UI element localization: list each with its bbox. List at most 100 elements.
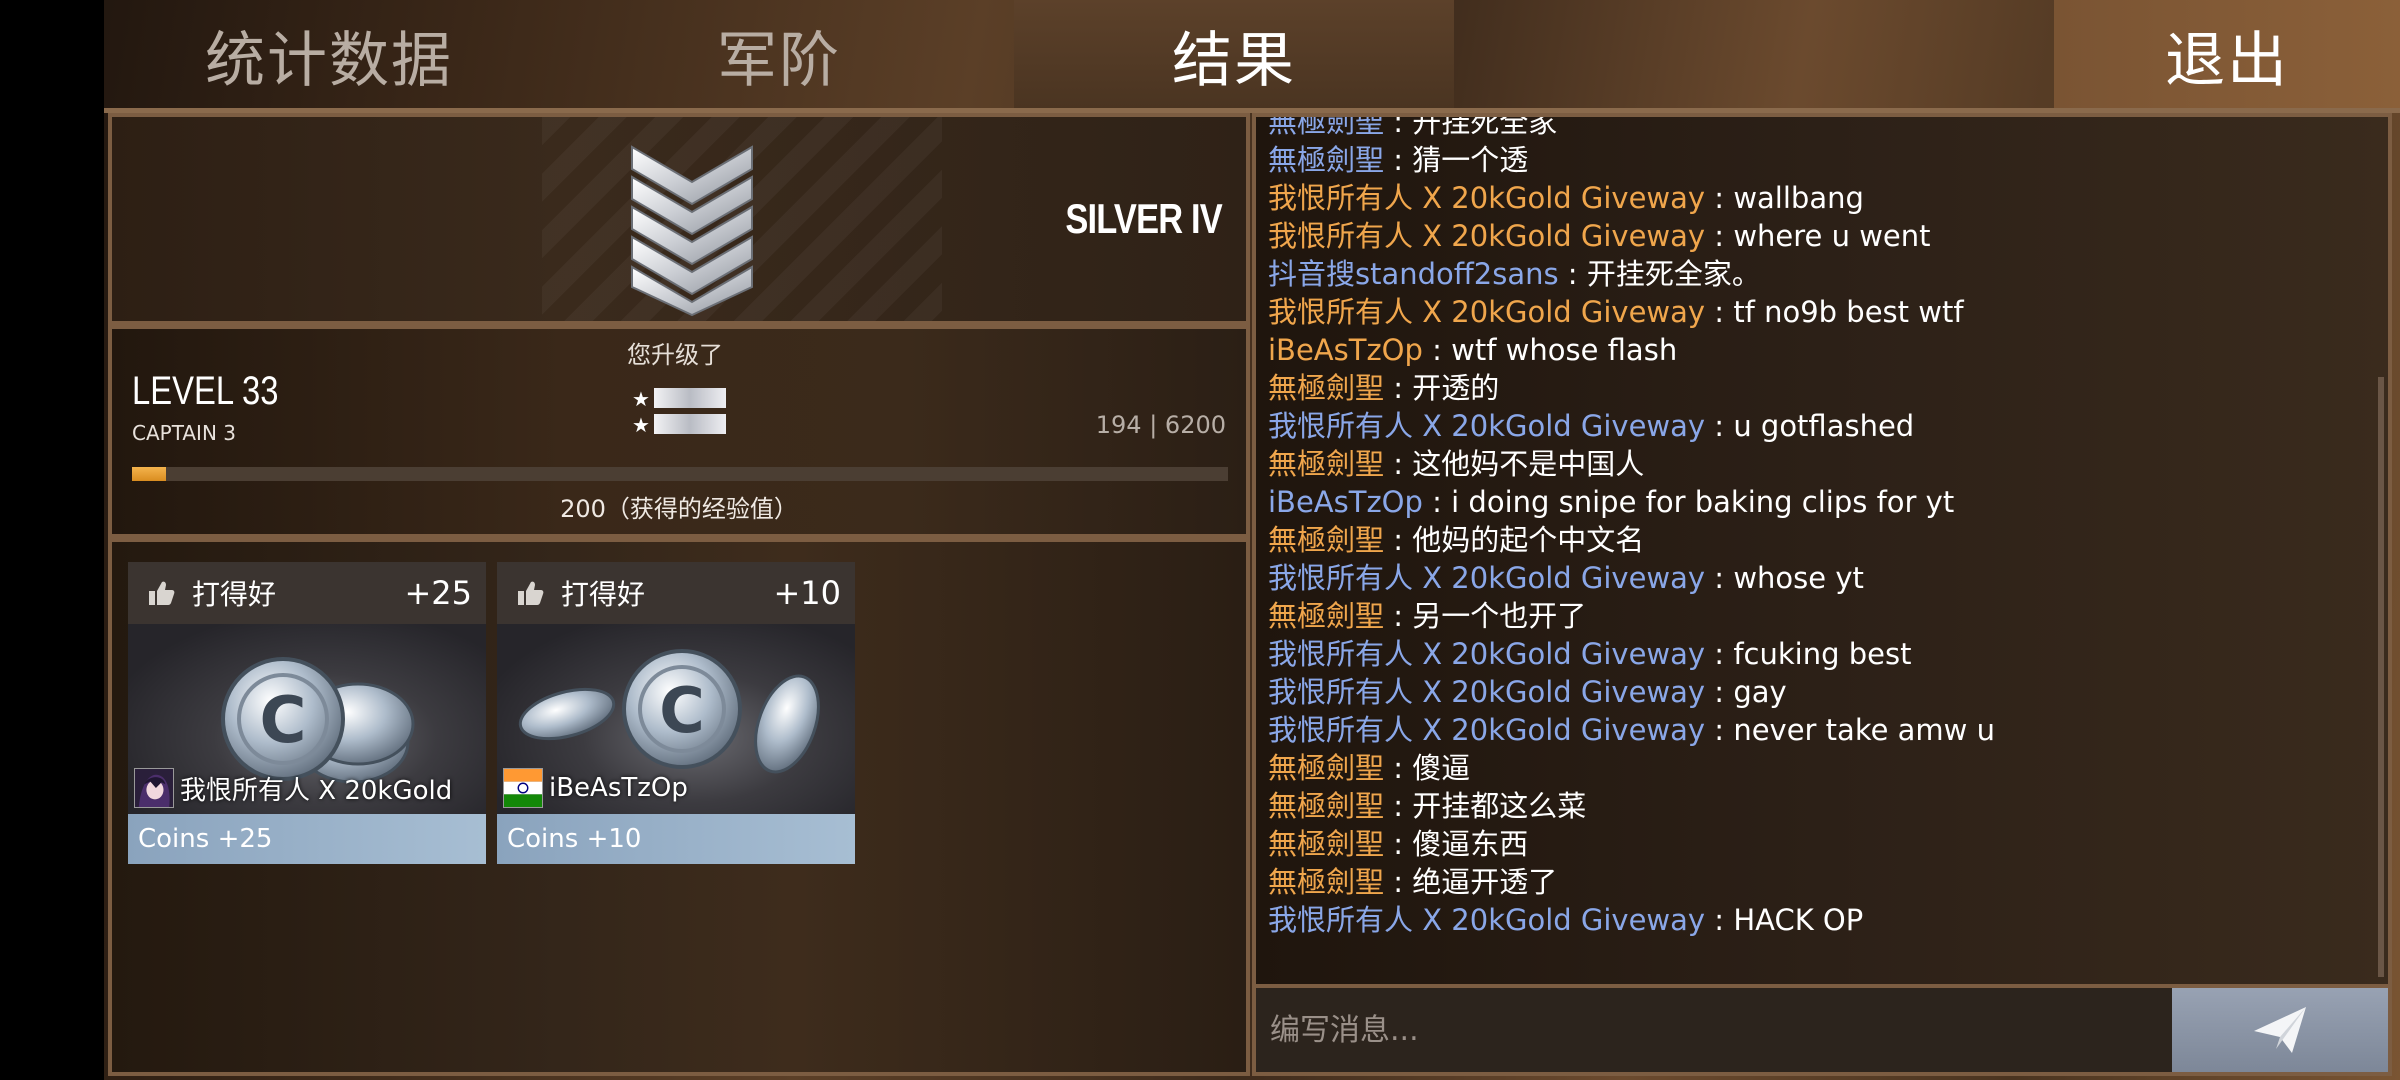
chat-message: 我恨所有人 X 20kGold Giveway : HACK OP [1268,901,2368,939]
chat-message: iBeAsTzOp : wtf whose flash [1268,331,2368,369]
chat-message-text: i doing snipe for baking clips for yt [1451,485,1955,519]
tab-stats[interactable]: 统计数据 [104,0,554,110]
reward-player-name: iBeAsTzOp [549,773,688,803]
chat-message: 我恨所有人 X 20kGold Giveway : fcuking best [1268,635,2368,673]
chat-message-list: 無極劍聖 : 开挂死全家 無極劍聖 : 猜一个透 我恨所有人 X 20kGold G… [1268,113,2368,939]
chat-sender-name[interactable]: 無極劍聖 [1268,523,1384,557]
chat-message: 無極劍聖 : 开挂都这么菜 [1268,787,2368,825]
chat-sender-name[interactable]: 無極劍聖 [1268,371,1384,405]
reward-points: +10 [773,574,841,612]
chat-separator: : [1384,371,1413,405]
chat-message: 無極劍聖 : 他妈的起个中文名 [1268,521,2368,559]
tab-results[interactable]: 结果 [1014,0,1454,110]
chat-separator: : [1705,713,1734,747]
tab-rank[interactable]: 军阶 [554,0,1004,110]
exit-button[interactable]: 退出 [2054,0,2400,110]
chat-sender-name[interactable]: 我恨所有人 X 20kGold Giveway [1268,295,1705,329]
chat-separator: : [1384,827,1413,861]
chat-sender-name[interactable]: 抖音搜standoff2sans [1268,257,1559,291]
left-black-strip [0,0,104,1080]
chat-message-text: 猜一个透 [1412,143,1529,177]
chat-message: 無極劍聖 : 另一个也开了 [1268,597,2368,635]
coins-image: C 我恨所有人 X 20kGold [128,624,486,814]
xp-progress-bar [132,467,1228,481]
chat-sender-name[interactable]: 無極劍聖 [1268,117,1384,139]
chat-message-text: 他妈的起个中文名 [1412,523,1645,557]
chat-separator: : [1384,599,1413,633]
chat-panel[interactable]: 無極劍聖 : 开挂死全家 無極劍聖 : 猜一个透 我恨所有人 X 20kGold G… [1252,113,2392,988]
xp-progress-text: 194 | 6200 [1095,411,1226,439]
chat-sender-name[interactable]: 無極劍聖 [1268,789,1384,823]
chat-sender-name[interactable]: 我恨所有人 X 20kGold Giveway [1268,219,1705,253]
coins-image: C iBeAsTzOp [497,624,855,814]
chat-sender-name[interactable]: 我恨所有人 X 20kGold Giveway [1268,903,1705,937]
chat-separator: : [1705,295,1734,329]
chat-message: 無極劍聖 : 傻逼 [1268,749,2368,787]
chat-sender-name[interactable]: 我恨所有人 X 20kGold Giveway [1268,409,1705,443]
chat-message-text: where u went [1733,219,1931,253]
chat-sender-name[interactable]: 無極劍聖 [1268,751,1384,785]
chat-message-text: HACK OP [1733,903,1864,937]
chat-sender-name[interactable]: 我恨所有人 X 20kGold Giveway [1268,713,1705,747]
chat-separator: : [1558,257,1587,291]
chat-sender-name[interactable]: 我恨所有人 X 20kGold Giveway [1268,561,1705,595]
top-tab-bar: 统计数据 军阶 结果 退出 [104,0,2400,110]
chat-sender-name[interactable]: 無極劍聖 [1268,599,1384,633]
chat-separator: : [1384,751,1413,785]
level-panel: 您升级了 LEVEL 33 CAPTAIN 3 ★ ★ 194 | 6200 2… [108,325,1250,538]
chat-separator: : [1384,789,1413,823]
svg-text:★: ★ [632,413,650,436]
chat-separator: : [1705,675,1734,709]
chat-message-text: 开挂死全家。 [1586,257,1761,291]
chat-message-text: 傻逼 [1412,751,1471,785]
chat-message-text: never take amw u [1733,713,1995,747]
chat-message-text: wallbang [1733,181,1864,215]
chat-message: 無極劍聖 : 开透的 [1268,369,2368,407]
chat-sender-name[interactable]: iBeAsTzOp [1268,333,1423,367]
chat-separator: : [1422,485,1452,519]
send-button[interactable] [2172,988,2388,1072]
chat-separator: : [1384,523,1413,557]
chat-separator: : [1384,447,1413,481]
chat-message-text: 另一个也开了 [1412,599,1587,633]
chat-separator: : [1705,181,1734,215]
chat-message-text: fcuking best [1733,637,1912,671]
rank-name: SILVER IV [1065,195,1222,242]
reward-footer: Coins +25 [128,814,486,864]
chat-message-text: 开挂都这么菜 [1412,789,1587,823]
chat-message: 我恨所有人 X 20kGold Giveway : tf no9b best w… [1268,293,2368,331]
chat-sender-name[interactable]: 無極劍聖 [1268,447,1384,481]
svg-text:★: ★ [632,387,650,411]
xp-progress-fill [132,467,166,481]
reward-card[interactable]: 打得好 +25 C 我恨所有人 X 20kGold Coins +25 [128,562,486,864]
chat-message-text: 傻逼东西 [1412,827,1529,861]
chat-sender-name[interactable]: 無極劍聖 [1268,827,1384,861]
chat-message: iBeAsTzOp : i doing snipe for baking cli… [1268,483,2368,521]
chat-scrollbar[interactable] [2378,377,2384,977]
chat-message-text: 开挂死全家 [1412,113,1558,139]
message-input[interactable] [1256,988,2172,1072]
chat-message-text: 开透的 [1412,371,1500,405]
chat-separator: : [1384,143,1413,177]
chat-message: 無極劍聖 : 猜一个透 [1268,141,2368,179]
chat-sender-name[interactable]: iBeAsTzOp [1268,485,1423,519]
chat-message: 無極劍聖 : 这他妈不是中国人 [1268,445,2368,483]
reward-label: 打得好 [561,578,646,611]
svg-text:C: C [659,674,705,747]
chat-sender-name[interactable]: 無極劍聖 [1268,865,1384,899]
chat-sender-name[interactable]: 我恨所有人 X 20kGold Giveway [1268,675,1705,709]
chat-sender-name[interactable]: 無極劍聖 [1268,143,1384,177]
chat-message: 我恨所有人 X 20kGold Giveway : where u went [1268,217,2368,255]
reward-card[interactable]: 打得好 +10 C iBeAsTzOp Coins +10 [497,562,855,864]
level-subtitle: CAPTAIN 3 [132,421,236,445]
chat-message-text: 这他妈不是中国人 [1412,447,1645,481]
captain-rank-icon: ★ ★ [632,387,726,436]
reward-player: 我恨所有人 X 20kGold [134,768,452,808]
chat-sender-name[interactable]: 我恨所有人 X 20kGold Giveway [1268,637,1705,671]
xp-gained-text: 200（获得的经验值） [560,495,798,523]
chat-message-text: tf no9b best wtf [1733,295,1964,329]
silver-chevron-rank-icon [631,145,753,317]
chat-sender-name[interactable]: 我恨所有人 X 20kGold Giveway [1268,181,1705,215]
chat-separator: : [1705,409,1734,443]
thumbs-up-icon [149,581,175,605]
